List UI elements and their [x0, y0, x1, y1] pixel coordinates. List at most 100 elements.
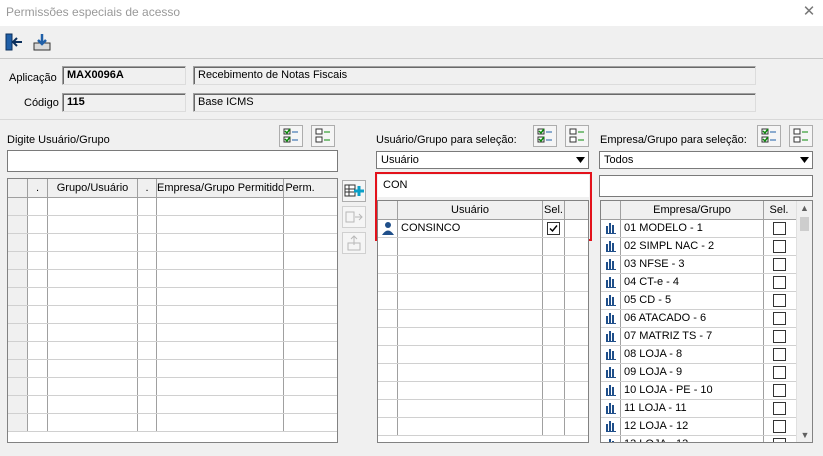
col-header-dot2[interactable]: . — [138, 179, 157, 197]
table-row[interactable]: CONSINCO — [378, 220, 588, 238]
table-row — [378, 364, 588, 382]
col-header-grupo-usuario[interactable]: Grupo/Usuário — [48, 179, 138, 197]
company-sel-cell[interactable] — [764, 418, 794, 435]
grid-cell — [138, 342, 157, 359]
company-sel-checkbox[interactable] — [772, 275, 786, 289]
chevron-down-icon[interactable] — [574, 153, 587, 167]
col-header-empresa-grupo-permitido[interactable]: Empresa/Grupo Permitido — [157, 179, 284, 197]
table-row[interactable] — [8, 270, 337, 288]
right-filter-input[interactable] — [599, 175, 813, 197]
table-row[interactable] — [8, 234, 337, 252]
company-name-cell: 06 ATACADO - 6 — [621, 310, 764, 327]
table-row[interactable]: 08 LOJA - 8 — [601, 346, 796, 364]
grid-cell — [378, 418, 398, 435]
grid-cell — [378, 346, 398, 363]
col-header-sel[interactable]: Sel. — [543, 201, 565, 219]
scroll-down-icon[interactable]: ▼ — [797, 428, 812, 442]
company-sel-cell[interactable] — [764, 220, 794, 237]
company-sel-checkbox[interactable] — [772, 347, 786, 361]
col-header-usuario[interactable]: Usuário — [398, 201, 543, 219]
company-sel-cell[interactable] — [764, 382, 794, 399]
table-row[interactable] — [8, 198, 337, 216]
col-header-perm[interactable]: Perm. — [284, 179, 316, 197]
company-sel-checkbox[interactable] — [772, 437, 786, 442]
exit-button[interactable] — [2, 30, 26, 54]
company-sel-cell[interactable] — [764, 292, 794, 309]
company-sel-checkbox[interactable] — [772, 401, 786, 415]
table-row[interactable] — [8, 414, 337, 432]
add-permission-button[interactable] — [342, 180, 366, 202]
company-sel-checkbox[interactable] — [772, 239, 786, 253]
left-check-all-button[interactable] — [279, 125, 303, 147]
table-row[interactable]: 02 SIMPL NAC - 2 — [601, 238, 796, 256]
company-name-cell: 09 LOJA - 9 — [621, 364, 764, 381]
right-check-all-button[interactable] — [757, 125, 781, 147]
scroll-up-icon[interactable]: ▲ — [797, 201, 812, 215]
mid-filter-input[interactable]: CON — [378, 175, 589, 197]
table-row[interactable]: 10 LOJA - PE - 10 — [601, 382, 796, 400]
company-sel-cell[interactable] — [764, 436, 794, 442]
company-sel-cell[interactable] — [764, 274, 794, 291]
company-sel-checkbox[interactable] — [772, 383, 786, 397]
building-icon — [601, 328, 621, 345]
table-row[interactable] — [8, 252, 337, 270]
company-sel-cell[interactable] — [764, 328, 794, 345]
table-row[interactable]: 12 LOJA - 12 — [601, 418, 796, 436]
company-sel-cell[interactable] — [764, 400, 794, 417]
save-button[interactable] — [30, 30, 54, 54]
move-up-button[interactable] — [342, 232, 366, 254]
company-sel-cell[interactable] — [764, 310, 794, 327]
company-sel-checkbox[interactable] — [772, 329, 786, 343]
check-all-icon — [537, 128, 552, 143]
table-row[interactable]: 09 LOJA - 9 — [601, 364, 796, 382]
company-sel-checkbox[interactable] — [772, 293, 786, 307]
table-row[interactable]: 06 ATACADO - 6 — [601, 310, 796, 328]
grid-cell — [28, 378, 48, 395]
company-sel-checkbox[interactable] — [772, 419, 786, 433]
mid-type-select[interactable]: Usuário — [376, 151, 589, 169]
table-row[interactable]: 13 LOJA - 13 — [601, 436, 796, 442]
company-sel-cell[interactable] — [764, 346, 794, 363]
table-row[interactable] — [8, 216, 337, 234]
table-row[interactable]: 04 CT-e - 4 — [601, 274, 796, 292]
col-header-empresa-grupo[interactable]: Empresa/Grupo — [621, 201, 764, 219]
mid-check-all-button[interactable] — [533, 125, 557, 147]
table-row[interactable] — [8, 342, 337, 360]
mid-uncheck-all-button[interactable] — [565, 125, 589, 147]
user-sel-cell[interactable] — [543, 220, 565, 237]
table-row[interactable] — [8, 396, 337, 414]
chevron-down-icon[interactable] — [798, 153, 811, 167]
table-row — [378, 418, 588, 436]
scroll-thumb[interactable] — [800, 217, 809, 231]
user-group-search-input[interactable] — [7, 150, 338, 172]
table-row[interactable]: 01 MODELO - 1 — [601, 220, 796, 238]
company-sel-checkbox[interactable] — [772, 221, 786, 235]
add-grid-icon — [344, 184, 364, 197]
col-header-dot1[interactable]: . — [28, 179, 48, 197]
grid-cell — [48, 216, 138, 233]
table-row[interactable] — [8, 324, 337, 342]
company-grid-scrollbar[interactable]: ▲ ▼ — [796, 201, 812, 442]
company-sel-cell[interactable] — [764, 364, 794, 381]
grid-cell — [284, 324, 316, 341]
company-sel-checkbox[interactable] — [772, 257, 786, 271]
close-icon[interactable]: ✕ — [800, 3, 818, 21]
table-row[interactable]: 05 CD - 5 — [601, 292, 796, 310]
left-uncheck-all-button[interactable] — [311, 125, 335, 147]
table-row[interactable] — [8, 360, 337, 378]
company-sel-checkbox[interactable] — [772, 311, 786, 325]
table-row[interactable] — [8, 378, 337, 396]
table-row[interactable] — [8, 288, 337, 306]
table-row[interactable]: 11 LOJA - 11 — [601, 400, 796, 418]
company-sel-cell[interactable] — [764, 256, 794, 273]
user-sel-checkbox[interactable] — [547, 221, 560, 235]
table-row[interactable]: 07 MATRIZ TS - 7 — [601, 328, 796, 346]
table-row[interactable]: 03 NFSE - 3 — [601, 256, 796, 274]
move-right-button[interactable] — [342, 206, 366, 228]
company-sel-cell[interactable] — [764, 238, 794, 255]
col-header-sel[interactable]: Sel. — [764, 201, 794, 219]
company-sel-checkbox[interactable] — [772, 365, 786, 379]
table-row[interactable] — [8, 306, 337, 324]
right-type-select[interactable]: Todos — [599, 151, 813, 169]
right-uncheck-all-button[interactable] — [789, 125, 813, 147]
